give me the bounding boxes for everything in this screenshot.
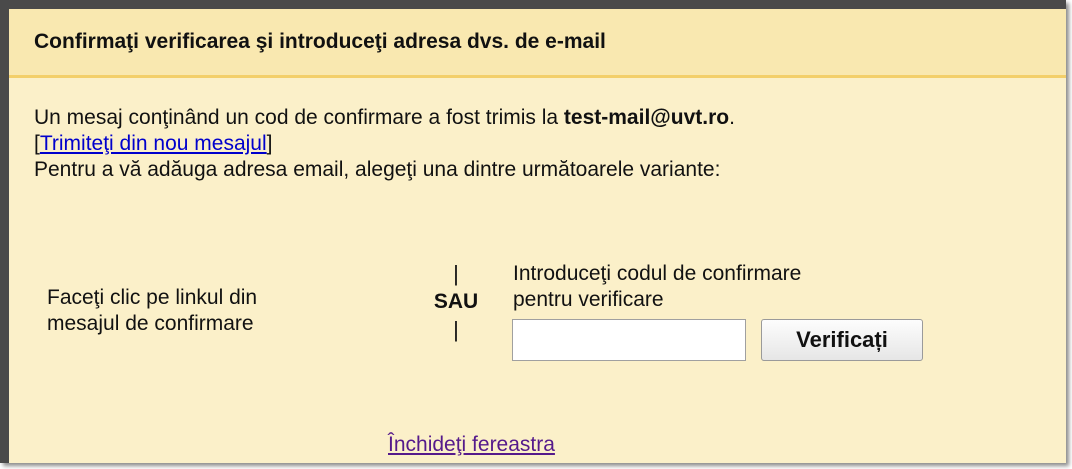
option-link-line1: Faceţi clic pe linkul din bbox=[47, 286, 258, 309]
separator-bar-bottom: | bbox=[453, 317, 459, 342]
message-prefix: Un mesaj conţinând un cod de confirmare … bbox=[34, 106, 564, 129]
confirm-email-dialog: Confirmaţi verificarea şi introduceţi ad… bbox=[0, 0, 1066, 463]
message-suffix: . bbox=[729, 106, 735, 129]
resend-bracket-close: ] bbox=[266, 132, 273, 155]
instructions-text: Pentru a vă adăuga adresa email, alegeţi… bbox=[34, 158, 721, 181]
email-address: test-mail@uvt.ro bbox=[563, 106, 730, 129]
option-link-line2: mesajul de confirmare bbox=[47, 312, 254, 335]
dialog-message: Un mesaj conţinând un cod de confirmare … bbox=[34, 105, 735, 183]
option-code-line2: pentru verificare bbox=[513, 288, 664, 311]
separator-bar-top: | bbox=[453, 261, 459, 286]
resend-line: [Trimiteţi din nou mesajul] bbox=[34, 131, 735, 157]
option-code-line1: Introduceţi codul de confirmare bbox=[513, 262, 802, 285]
option-enter-code: Introduceţi codul de confirmare pentru v… bbox=[513, 261, 801, 313]
confirmation-sent-text: Un mesaj conţinând un cod de confirmare … bbox=[34, 105, 735, 131]
resend-message-link[interactable]: Trimiteţi din nou mesajul bbox=[40, 132, 267, 155]
or-separator: | SAU | bbox=[421, 261, 491, 343]
separator-or-label: SAU bbox=[433, 290, 479, 313]
dialog-header: Confirmaţi verificarea şi introduceţi ad… bbox=[9, 9, 1066, 78]
dialog-title: Confirmaţi verificarea şi introduceţi ad… bbox=[34, 30, 606, 53]
close-window-link[interactable]: Închideţi fereastra bbox=[388, 433, 555, 457]
verify-button[interactable]: Verificați bbox=[761, 319, 923, 361]
confirmation-code-input[interactable] bbox=[512, 319, 746, 361]
option-click-link: Faceţi clic pe linkul din mesajul de con… bbox=[47, 285, 347, 337]
